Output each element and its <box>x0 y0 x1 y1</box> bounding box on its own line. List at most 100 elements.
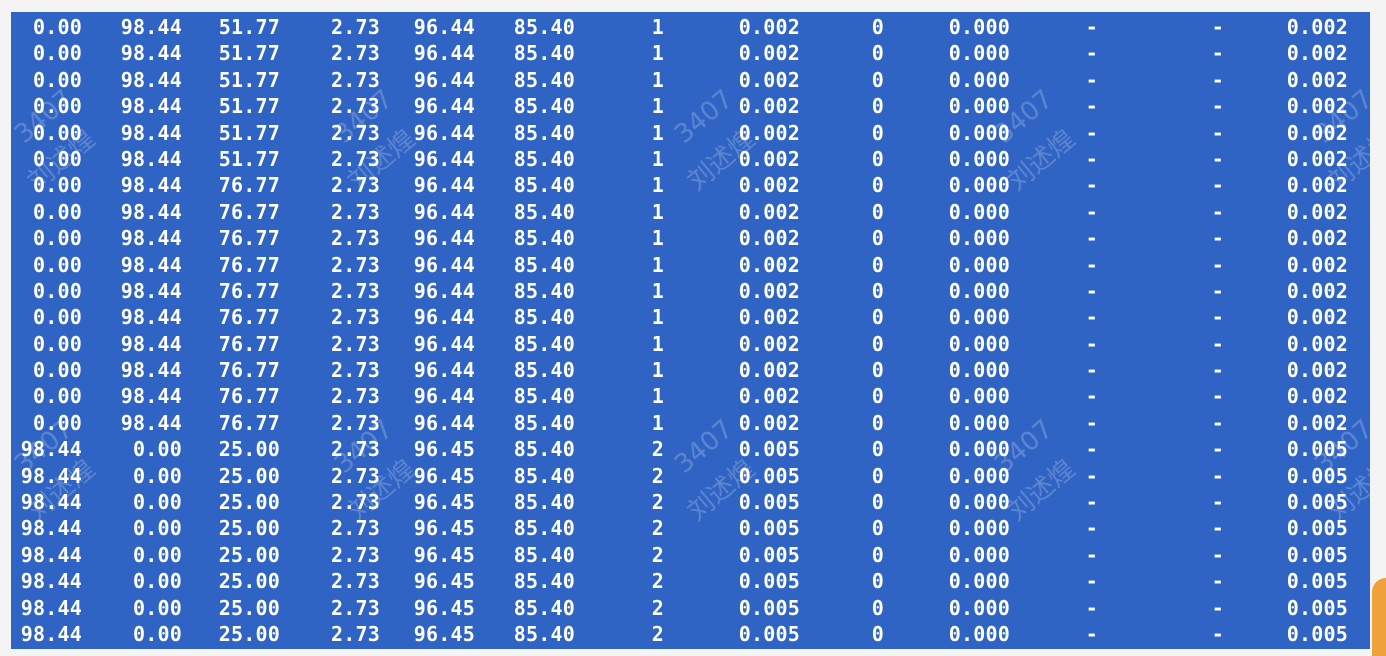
table-cell: 0.00 <box>33 384 82 409</box>
table-cell: 85.40 <box>513 199 575 224</box>
table-cell: 0.005 <box>738 490 800 515</box>
table-row: 0.00 98.44 76.77 2.73 96.44 85.40 1 0.002 0 0.000… <box>11 304 1370 330</box>
table-cell: 0.002 <box>1286 67 1348 92</box>
table-cell: - <box>1085 358 1098 383</box>
table-cell: 0.002 <box>738 15 800 39</box>
table-cell: 98.44 <box>120 173 182 198</box>
table-cell: 1 <box>651 410 664 435</box>
table-cell: - <box>1211 621 1224 646</box>
table-cell: 0.002 <box>1286 199 1348 224</box>
table-row: 0.00 98.44 51.77 2.73 96.44 85.40 1 0.002 0 0.000… <box>11 146 1370 172</box>
table-cell: 85.40 <box>513 94 575 119</box>
table-cell: - <box>1085 490 1098 515</box>
table-cell: 98.44 <box>120 252 182 277</box>
table-cell: 2 <box>651 595 664 620</box>
table-cell: 51.77 <box>218 146 280 171</box>
table-cell: 85.40 <box>513 358 575 383</box>
table-cell: 0 <box>871 569 884 594</box>
table-cell: - <box>1211 67 1224 92</box>
table-cell: 2 <box>651 516 664 541</box>
side-tab[interactable] <box>1372 578 1386 656</box>
table-cell: 0.000 <box>948 437 1010 462</box>
table-cell: 0.002 <box>1286 15 1348 39</box>
table-cell: 1 <box>651 94 664 119</box>
table-row: 98.44 0.00 25.00 2.73 96.45 85.40 2 0.005 0 0.000… <box>11 436 1370 462</box>
table-cell: 96.44 <box>413 146 475 171</box>
table-row: 0.00 98.44 76.77 2.73 96.44 85.40 1 0.002 0 0.000… <box>11 383 1370 409</box>
table-cell: 2.73 <box>331 278 380 303</box>
table-cell: 76.77 <box>218 226 280 251</box>
table-cell: 1 <box>651 15 664 39</box>
table-cell: 98.44 <box>120 384 182 409</box>
table-cell: 0.005 <box>738 569 800 594</box>
table-cell: 76.77 <box>218 358 280 383</box>
table-cell: 2.73 <box>331 146 380 171</box>
table-cell: - <box>1085 621 1098 646</box>
table-cell: 0.00 <box>133 621 182 646</box>
table-row: 0.00 98.44 76.77 2.73 96.44 85.40 1 0.002 0 0.000… <box>11 225 1370 251</box>
table-cell: 0.005 <box>1286 621 1348 646</box>
table-cell: - <box>1211 410 1224 435</box>
table-cell: - <box>1085 595 1098 620</box>
table-cell: 2 <box>651 463 664 488</box>
table-cell: 1 <box>651 331 664 356</box>
table-cell: 1 <box>651 173 664 198</box>
table-cell: 0.00 <box>33 67 82 92</box>
table-cell: 1 <box>651 41 664 66</box>
table-cell: - <box>1211 331 1224 356</box>
table-cell: 98.44 <box>120 94 182 119</box>
table-cell: 0 <box>871 437 884 462</box>
table-cell: - <box>1211 542 1224 567</box>
table-cell: 76.77 <box>218 331 280 356</box>
table-cell: 0.000 <box>948 410 1010 435</box>
table-row: 0.00 98.44 51.77 2.73 96.44 85.40 1 0.002 0 0.000… <box>11 67 1370 93</box>
table-cell: 0.002 <box>1286 358 1348 383</box>
table-cell: 98.44 <box>20 621 82 646</box>
table-cell: 0 <box>871 278 884 303</box>
table-cell: 0.005 <box>1286 437 1348 462</box>
table-cell: 96.44 <box>413 120 475 145</box>
table-cell: 0.000 <box>948 278 1010 303</box>
table-cell: 0.000 <box>948 199 1010 224</box>
table-cell: 96.45 <box>413 621 475 646</box>
table-cell: 25.00 <box>218 437 280 462</box>
table-cell: 0.00 <box>33 252 82 277</box>
table-cell: 96.44 <box>413 331 475 356</box>
terminal-output-panel[interactable]: 0.00 98.44 51.77 2.73 96.44 85.40 1 0.002 0 0.000… <box>11 12 1370 649</box>
table-cell: - <box>1085 146 1098 171</box>
table-cell: 98.44 <box>120 331 182 356</box>
table-cell: 2.73 <box>331 437 380 462</box>
table-row: 0.00 98.44 51.77 2.73 96.44 85.40 1 0.002 0 0.000… <box>11 14 1370 40</box>
table-cell: 0.005 <box>1286 595 1348 620</box>
table-cell: 2 <box>651 490 664 515</box>
table-cell: 0 <box>871 252 884 277</box>
table-cell: 2 <box>651 542 664 567</box>
table-cell: - <box>1085 120 1098 145</box>
table-cell: - <box>1085 226 1098 251</box>
table-cell: 0.002 <box>738 199 800 224</box>
table-cell: 0 <box>871 199 884 224</box>
table-cell: - <box>1085 278 1098 303</box>
table-cell: 0.000 <box>948 331 1010 356</box>
table-cell: 0 <box>871 595 884 620</box>
table-cell: 98.44 <box>120 15 182 39</box>
table-cell: - <box>1085 542 1098 567</box>
table-cell: 0.00 <box>133 595 182 620</box>
table-cell: - <box>1085 67 1098 92</box>
table-cell: 96.44 <box>413 41 475 66</box>
table-cell: 51.77 <box>218 67 280 92</box>
table-cell: 0.000 <box>948 146 1010 171</box>
table-cell: 85.40 <box>513 542 575 567</box>
table-cell: 0.005 <box>738 437 800 462</box>
table-cell: 2.73 <box>331 305 380 330</box>
table-cell: 51.77 <box>218 120 280 145</box>
table-cell: 96.44 <box>413 67 475 92</box>
table-row: 98.44 0.00 25.00 2.73 96.45 85.40 2 0.005 0 0.000… <box>11 542 1370 568</box>
table-cell: 2.73 <box>331 490 380 515</box>
table-cell: - <box>1085 199 1098 224</box>
table-cell: 0.000 <box>948 305 1010 330</box>
table-cell: 98.44 <box>120 305 182 330</box>
table-cell: 0.002 <box>738 252 800 277</box>
table-cell: 0.000 <box>948 15 1010 39</box>
table-cell: - <box>1085 410 1098 435</box>
